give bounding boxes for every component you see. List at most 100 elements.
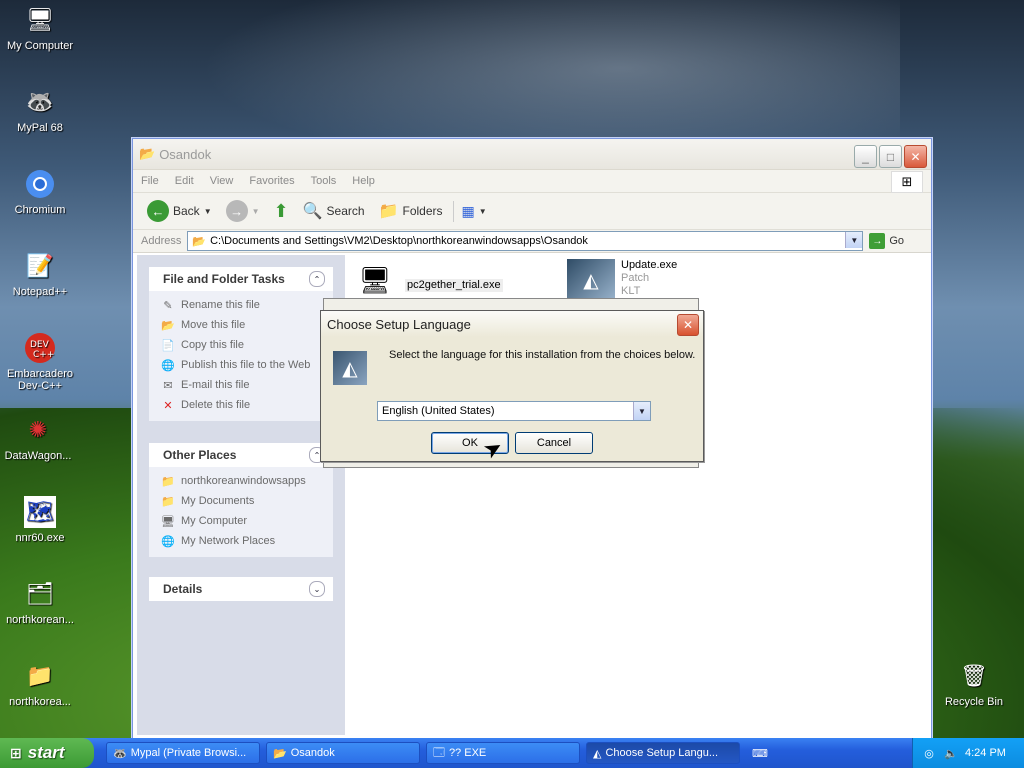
cancel-button[interactable]: Cancel: [515, 432, 593, 454]
volume-icon[interactable]: 🔈: [943, 745, 959, 761]
desktop-icon-mypal[interactable]: 🦝 MyPal 68: [0, 86, 80, 134]
place-label: My Computer: [181, 515, 248, 527]
task-label: Move this file: [181, 319, 246, 331]
dialog-titlebar[interactable]: Choose Setup Language: [321, 311, 703, 337]
panel-title: File and Folder Tasks: [163, 272, 285, 286]
desktop-icon-devcpp[interactable]: DEV C++ Embarcadero Dev-C++: [0, 332, 80, 392]
taskbar-item-osandok[interactable]: 📂 Osandok: [266, 742, 420, 764]
taskbar-item-mypal[interactable]: 🦝 Mypal (Private Browsi...: [106, 742, 260, 764]
close-button[interactable]: ✕: [904, 145, 927, 168]
chevron-down-icon: ▼: [203, 206, 212, 216]
task-label: Copy this file: [181, 339, 244, 351]
chevron-down-icon[interactable]: ▼: [633, 402, 650, 420]
start-label: start: [27, 743, 65, 762]
place-my-computer[interactable]: 🖥 My Computer: [161, 511, 333, 531]
desktop-icon-label: nnr60.exe: [15, 532, 65, 544]
taskbar-item-exe[interactable]: 🗔?? EXE: [426, 742, 580, 764]
menu-bar: File Edit View Favorites Tools Help: [133, 170, 931, 193]
desktop-icon-datawagon[interactable]: ✺ DataWagon...: [0, 414, 78, 462]
desktop-icon-label: MyPal 68: [17, 122, 63, 134]
folder-icon: 📂: [139, 146, 156, 161]
language-select[interactable]: English (United States) ▼: [377, 401, 651, 421]
search-icon: 🔍: [302, 203, 323, 220]
explorer-titlebar[interactable]: 📂 Osandok _ □ ✕: [133, 139, 931, 170]
menu-favorites[interactable]: Favorites: [249, 175, 294, 187]
file-description: Patch: [621, 272, 650, 284]
windows-logo-icon: ⊞: [10, 744, 22, 761]
cancel-label: Cancel: [536, 437, 572, 449]
desktop-icon-notepad[interactable]: 📝 Notepad++: [0, 250, 80, 298]
chevron-down-icon: ▼: [251, 206, 260, 216]
desktop-icon-northkorea-folder[interactable]: 📁 northkorea...: [0, 660, 80, 708]
task-delete[interactable]: ✕ Delete this file: [161, 395, 333, 415]
folders-label: Folders: [402, 204, 443, 218]
taskbar-item-setup-language[interactable]: ◭ Choose Setup Langu...: [586, 742, 740, 764]
search-label: Search: [326, 204, 365, 218]
desktop-icon-label: Notepad++: [12, 286, 68, 298]
desktop-icon-my-computer[interactable]: 🖥 My Computer: [0, 4, 80, 52]
network-icon: 🌐: [161, 535, 175, 548]
collapse-icon[interactable]: ⌃: [309, 271, 325, 287]
desktop-icon-chromium[interactable]: Chromium: [0, 168, 80, 216]
place-northkoreanwindowsapps[interactable]: 📁 northkoreanwindowsapps: [161, 471, 333, 491]
address-input[interactable]: 📂 C:\Documents and Settings\VM2\Desktop\…: [187, 231, 864, 251]
minimize-button[interactable]: _: [854, 145, 877, 168]
address-dropdown-button[interactable]: ▼: [845, 232, 863, 248]
desktop-icon-label: northkorea...: [9, 696, 71, 708]
menu-tools[interactable]: Tools: [311, 175, 337, 187]
dialog-close-button[interactable]: ✕: [677, 314, 699, 336]
move-icon: 📂: [161, 319, 175, 332]
other-places-panel: Other Places ⌃ 📁 northkoreanwindowsapps 📁…: [149, 443, 333, 557]
place-my-documents[interactable]: 📁 My Documents: [161, 491, 333, 511]
devcpp-icon: DEV C++: [24, 332, 56, 364]
toolbar: ← Back ▼ → ▼ ⬆ 🔍 Search 📁 Folders ▦ ▼: [133, 193, 931, 230]
go-button[interactable]: → Go: [869, 233, 904, 249]
task-label: Delete this file: [181, 399, 251, 411]
search-button[interactable]: 🔍 Search: [299, 199, 369, 223]
task-move[interactable]: 📂 Move this file: [161, 315, 333, 335]
clock: 4:24 PM: [965, 747, 1006, 759]
window-title: Osandok: [159, 146, 212, 162]
back-arrow-icon: ←: [147, 200, 169, 222]
task-rename[interactable]: ✎ Rename this file: [161, 295, 333, 315]
forward-arrow-icon: →: [225, 200, 248, 222]
address-value: C:\Documents and Settings\VM2\Desktop\no…: [210, 235, 588, 247]
panel-header[interactable]: File and Folder Tasks ⌃: [149, 267, 333, 291]
expand-icon[interactable]: ⌄: [309, 581, 325, 597]
zip-folder-icon: 🗂: [26, 581, 54, 606]
panel-title: Other Places: [163, 448, 237, 462]
go-label: Go: [889, 235, 905, 247]
network-tray-icon[interactable]: ◎: [921, 745, 937, 761]
file-item[interactable]: 🖥 pc2gether_trial.exe: [351, 259, 503, 301]
desktop-icon-northkorean-zip[interactable]: 🗂 northkorean...: [0, 578, 80, 626]
folders-icon: 📁: [378, 203, 399, 220]
keyboard-icon[interactable]: ⌨: [752, 745, 768, 761]
desktop-icon-recycle-bin[interactable]: 🗑 Recycle Bin: [934, 660, 1014, 708]
up-folder-button[interactable]: ⬆: [270, 199, 293, 224]
views-button[interactable]: ▦ ▼: [452, 200, 491, 222]
menu-view[interactable]: View: [210, 175, 234, 187]
installer-icon: 🖥: [358, 264, 392, 295]
start-button[interactable]: ⊞ start: [0, 738, 94, 768]
back-button[interactable]: ← Back ▼: [143, 198, 216, 224]
window-icon: 🗔: [433, 746, 445, 759]
maximize-button[interactable]: □: [879, 145, 902, 168]
views-icon: ▦: [461, 202, 475, 219]
forward-button[interactable]: → ▼: [222, 198, 264, 224]
file-item[interactable]: ◭ Update.exe Patch KLT: [567, 259, 677, 301]
menu-edit[interactable]: Edit: [175, 175, 194, 187]
datawagon-icon: ✺: [28, 417, 48, 442]
desktop-icon-nnr60[interactable]: 🗺 nnr60.exe: [0, 496, 80, 544]
task-publish[interactable]: 🌐 Publish this file to the Web: [161, 355, 333, 375]
task-label: Publish this file to the Web: [181, 359, 311, 371]
korea-map-icon: 🗺: [24, 496, 56, 528]
menu-file[interactable]: File: [141, 175, 159, 187]
menu-help[interactable]: Help: [352, 175, 375, 187]
place-my-network-places[interactable]: 🌐 My Network Places: [161, 531, 333, 551]
task-email[interactable]: ✉ E-mail this file: [161, 375, 333, 395]
setup-language-dialog: Choose Setup Language ✕ ◭ Select the lan…: [320, 310, 704, 462]
task-copy[interactable]: 📄 Copy this file: [161, 335, 333, 355]
panel-header[interactable]: Other Places ⌃: [149, 443, 333, 467]
folders-button[interactable]: 📁 Folders: [375, 199, 447, 223]
panel-header[interactable]: Details ⌄: [149, 577, 333, 601]
